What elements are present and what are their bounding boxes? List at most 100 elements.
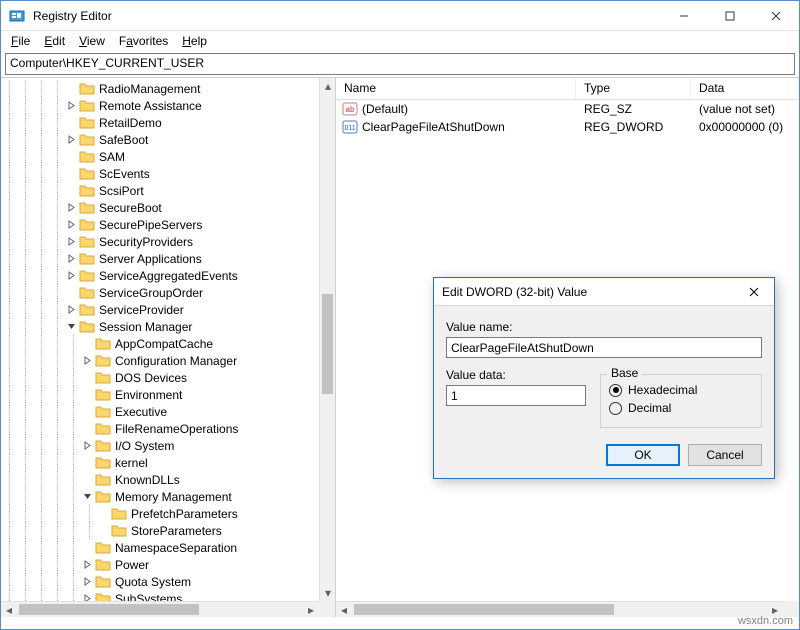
tree-vscroll[interactable]: ▴ ▾ — [319, 78, 335, 601]
tree-item[interactable]: Executive — [1, 403, 319, 420]
tree-item[interactable]: ServiceGroupOrder — [1, 284, 319, 301]
value-data-input[interactable] — [446, 385, 586, 406]
value-name-input[interactable] — [446, 337, 762, 358]
chevron-right-icon[interactable] — [65, 236, 77, 248]
tree-item-label: Configuration Manager — [115, 354, 237, 368]
chevron-right-icon[interactable] — [65, 202, 77, 214]
string-value-icon: ab — [342, 101, 358, 117]
dialog-titlebar[interactable]: Edit DWORD (32-bit) Value — [434, 278, 774, 306]
folder-icon — [79, 268, 95, 284]
tree-item[interactable]: kernel — [1, 454, 319, 471]
col-name[interactable]: Name — [336, 78, 576, 99]
list-row[interactable]: ab(Default)REG_SZ(value not set) — [336, 100, 799, 118]
folder-icon — [79, 166, 95, 182]
tree-item[interactable]: SafeBoot — [1, 131, 319, 148]
list-body[interactable]: ab(Default)REG_SZ(value not set)011Clear… — [336, 100, 799, 136]
chevron-right-icon[interactable] — [65, 270, 77, 282]
tree-item[interactable]: SecurityProviders — [1, 233, 319, 250]
menu-edit[interactable]: Edit — [38, 32, 71, 50]
tree[interactable]: RadioManagementRemote AssistanceRetailDe… — [1, 78, 319, 601]
folder-icon — [95, 370, 111, 386]
chevron-right-icon[interactable] — [65, 219, 77, 231]
tree-item[interactable]: Session Manager — [1, 318, 319, 335]
col-type[interactable]: Type — [576, 78, 691, 99]
ok-button[interactable]: OK — [606, 444, 680, 466]
list-hscroll[interactable]: ◂ ▸ — [336, 601, 783, 617]
tree-item-label: SecurePipeServers — [99, 218, 202, 232]
tree-item[interactable]: ServiceProvider — [1, 301, 319, 318]
scroll-down-icon[interactable]: ▾ — [320, 585, 336, 601]
tree-item[interactable]: StoreParameters — [1, 522, 319, 539]
radio-decimal[interactable]: Decimal — [609, 401, 753, 415]
tree-item[interactable]: SAM — [1, 148, 319, 165]
tree-item[interactable]: SubSystems — [1, 590, 319, 601]
col-data[interactable]: Data — [691, 78, 799, 99]
tree-item[interactable]: ScEvents — [1, 165, 319, 182]
tree-item[interactable]: I/O System — [1, 437, 319, 454]
menu-help[interactable]: Help — [176, 32, 213, 50]
list-header[interactable]: Name Type Data — [336, 78, 799, 100]
edit-dword-dialog: Edit DWORD (32-bit) Value Value name: Va… — [433, 277, 775, 479]
tree-item[interactable]: FileRenameOperations — [1, 420, 319, 437]
tree-item[interactable]: Memory Management — [1, 488, 319, 505]
chevron-right-icon[interactable] — [81, 355, 93, 367]
close-button[interactable] — [753, 1, 799, 31]
chevron-right-icon[interactable] — [81, 440, 93, 452]
tree-item[interactable]: RadioManagement — [1, 80, 319, 97]
chevron-right-icon[interactable] — [65, 100, 77, 112]
tree-item[interactable]: NamespaceSeparation — [1, 539, 319, 556]
folder-icon — [79, 217, 95, 233]
folder-icon — [79, 251, 95, 267]
maximize-button[interactable] — [707, 1, 753, 31]
tree-item[interactable]: SecurePipeServers — [1, 216, 319, 233]
tree-vscroll-thumb[interactable] — [322, 294, 333, 394]
scroll-right-icon[interactable]: ▸ — [303, 602, 319, 617]
cancel-button[interactable]: Cancel — [688, 444, 762, 466]
tree-hscroll[interactable]: ◂ ▸ — [1, 601, 319, 617]
chevron-none-icon — [81, 338, 93, 350]
tree-item[interactable]: ServiceAggregatedEvents — [1, 267, 319, 284]
tree-item-label: AppCompatCache — [115, 337, 213, 351]
chevron-right-icon[interactable] — [81, 593, 93, 602]
menu-view[interactable]: View — [73, 32, 111, 50]
tree-item[interactable]: Environment — [1, 386, 319, 403]
chevron-none-icon — [97, 525, 109, 537]
radio-dec-icon[interactable] — [609, 402, 622, 415]
tree-item[interactable]: Power — [1, 556, 319, 573]
chevron-right-icon[interactable] — [81, 559, 93, 571]
radio-dec-label: Decimal — [628, 401, 671, 415]
chevron-down-icon[interactable] — [65, 321, 77, 333]
list-row[interactable]: 011ClearPageFileAtShutDownREG_DWORD0x000… — [336, 118, 799, 136]
chevron-right-icon[interactable] — [65, 253, 77, 265]
tree-item[interactable]: KnownDLLs — [1, 471, 319, 488]
tree-item[interactable]: RetailDemo — [1, 114, 319, 131]
tree-item[interactable]: ScsiPort — [1, 182, 319, 199]
chevron-right-icon[interactable] — [65, 304, 77, 316]
radio-hex-icon[interactable] — [609, 384, 622, 397]
tree-item[interactable]: DOS Devices — [1, 369, 319, 386]
address-bar[interactable]: Computer\HKEY_CURRENT_USER — [5, 53, 795, 75]
tree-hscroll-thumb[interactable] — [19, 604, 199, 615]
chevron-right-icon[interactable] — [65, 134, 77, 146]
tree-item[interactable]: Quota System — [1, 573, 319, 590]
list-hscroll-thumb[interactable] — [354, 604, 614, 615]
chevron-none-icon — [65, 151, 77, 163]
tree-item[interactable]: SecureBoot — [1, 199, 319, 216]
chevron-down-icon[interactable] — [81, 491, 93, 503]
menu-bar: File Edit View Favorites Help — [1, 31, 799, 51]
tree-item[interactable]: Configuration Manager — [1, 352, 319, 369]
tree-item[interactable]: AppCompatCache — [1, 335, 319, 352]
tree-item[interactable]: Remote Assistance — [1, 97, 319, 114]
scroll-left-icon[interactable]: ◂ — [336, 602, 352, 617]
tree-item[interactable]: PrefetchParameters — [1, 505, 319, 522]
menu-favorites[interactable]: Favorites — [113, 32, 174, 50]
menu-file[interactable]: File — [5, 32, 36, 50]
dialog-close-button[interactable] — [734, 278, 774, 306]
radio-hexadecimal[interactable]: Hexadecimal — [609, 383, 753, 397]
folder-icon — [79, 285, 95, 301]
chevron-right-icon[interactable] — [81, 576, 93, 588]
tree-item[interactable]: Server Applications — [1, 250, 319, 267]
minimize-button[interactable] — [661, 1, 707, 31]
scroll-left-icon[interactable]: ◂ — [1, 602, 17, 617]
scroll-up-icon[interactable]: ▴ — [320, 78, 336, 94]
